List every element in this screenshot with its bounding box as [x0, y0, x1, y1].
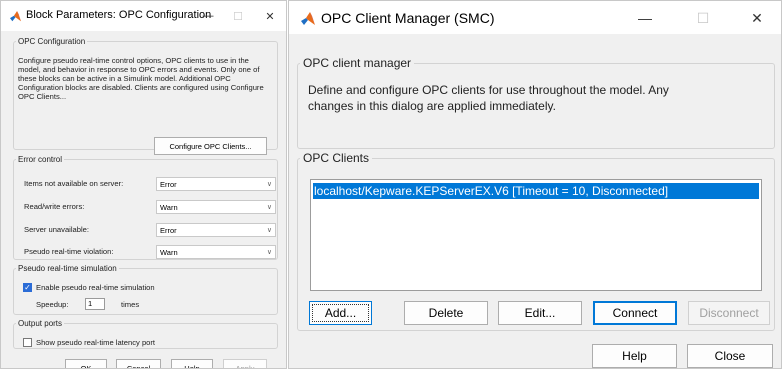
select-value: Warn [160, 202, 178, 212]
pseudo-realtime-violation-label: Pseudo real-time violation: [24, 247, 114, 256]
help-button[interactable]: Help [171, 359, 213, 368]
select-value: Warn [160, 247, 178, 257]
group-legend: Pseudo real-time simulation [18, 264, 117, 273]
select-value: Error [160, 225, 177, 235]
enable-pseudo-realtime-checkbox[interactable]: ✓ [23, 283, 32, 292]
minimize-button[interactable]: — [625, 5, 665, 31]
disconnect-button[interactable]: Disconnect [688, 301, 770, 325]
server-unavailable-select[interactable]: Error ∨ [156, 223, 276, 237]
opc-clients-list[interactable]: localhost/Kepware.KEPServerEX.V6 [Timeou… [310, 179, 762, 291]
opc-configuration-group: OPC Configuration Configure pseudo real-… [13, 37, 278, 155]
read-write-errors-label: Read/write errors: [24, 202, 85, 211]
group-legend: Output ports [18, 319, 63, 328]
close-dialog-button[interactable]: Close [687, 344, 773, 368]
matlab-logo-icon [301, 12, 315, 25]
opc-client-manager-group: OPC client manager Define and configure … [297, 56, 775, 149]
maximize-button[interactable]: ☐ [226, 5, 250, 27]
maximize-button[interactable]: ☐ [683, 5, 723, 31]
pseudo-realtime-violation-select[interactable]: Warn ∨ [156, 245, 276, 259]
opc-clients-group: OPC Clients localhost/Kepware.KEPServerE… [297, 151, 775, 331]
apply-button[interactable]: Apply [223, 359, 267, 368]
speedup-unit-label: times [121, 300, 140, 309]
window-title: Block Parameters: OPC Configuration [26, 9, 212, 21]
enable-pseudo-realtime-label: Enable pseudo real-time simulation [36, 283, 155, 292]
cancel-button[interactable]: Cancel [116, 359, 161, 368]
configure-opc-clients-button[interactable]: Configure OPC Clients... [154, 137, 267, 155]
server-unavailable-label: Server unavailable: [24, 225, 90, 234]
description-text: Configure pseudo real-time control optio… [18, 56, 264, 101]
pseudo-realtime-group: Pseudo real-time simulation ✓ Enable pse… [13, 264, 278, 315]
output-ports-group: Output ports Show pseudo real-time laten… [13, 319, 278, 349]
opc-client-manager-window: OPC Client Manager (SMC) — ☐ ✕ OPC clien… [288, 0, 782, 369]
chevron-down-icon: ∨ [266, 227, 272, 234]
list-item[interactable]: localhost/Kepware.KEPServerEX.V6 [Timeou… [313, 183, 759, 199]
chevron-down-icon: ∨ [266, 204, 272, 211]
select-value: Error [160, 179, 177, 189]
matlab-logo-icon [10, 11, 21, 22]
delete-button[interactable]: Delete [404, 301, 488, 325]
latency-port-checkbox[interactable] [23, 338, 32, 347]
description-text: Define and configure OPC clients for use… [308, 83, 669, 113]
group-legend: OPC Clients [303, 151, 370, 165]
minimize-button[interactable]: — [196, 5, 220, 27]
group-legend: OPC client manager [303, 56, 412, 70]
read-write-errors-select[interactable]: Warn ∨ [156, 200, 276, 214]
group-legend: Error control [18, 155, 63, 164]
edit-button[interactable]: Edit... [498, 301, 582, 325]
title-bar: Block Parameters: OPC Configuration — ☐ … [1, 1, 286, 31]
block-parameters-window: Block Parameters: OPC Configuration — ☐ … [0, 0, 287, 369]
items-not-available-label: Items not available on server: [24, 179, 124, 188]
chevron-down-icon: ∨ [266, 249, 272, 256]
error-control-group: Error control Items not available on ser… [13, 155, 278, 260]
window-title: OPC Client Manager (SMC) [321, 10, 495, 26]
group-legend: OPC Configuration [18, 37, 86, 46]
title-bar: OPC Client Manager (SMC) — ☐ ✕ [289, 1, 781, 34]
items-not-available-select[interactable]: Error ∨ [156, 177, 276, 191]
latency-port-label: Show pseudo real-time latency port [36, 338, 156, 347]
add-button[interactable]: Add... [309, 301, 372, 325]
chevron-down-icon: ∨ [266, 181, 272, 188]
speedup-input[interactable]: 1 [85, 298, 105, 310]
connect-button[interactable]: Connect [593, 301, 677, 325]
close-button[interactable]: ✕ [258, 5, 282, 27]
speedup-label: Speedup: [36, 300, 69, 309]
help-button[interactable]: Help [592, 344, 677, 368]
close-button[interactable]: ✕ [737, 5, 777, 31]
ok-button[interactable]: OK [65, 359, 107, 368]
